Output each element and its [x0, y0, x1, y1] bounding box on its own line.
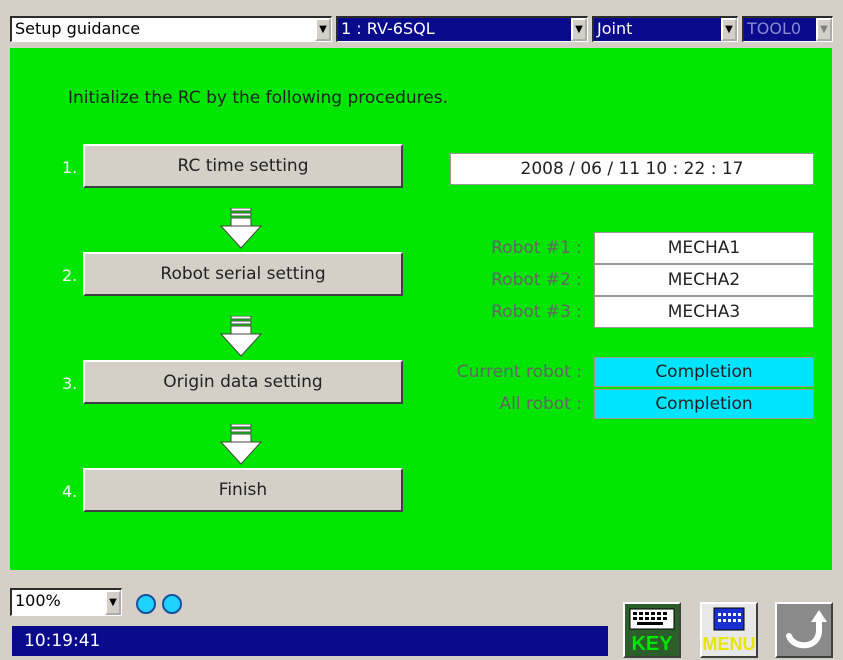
arrow-down-icon [219, 424, 263, 465]
menu-label: MENU [703, 634, 756, 654]
step-number: 3. [62, 374, 78, 393]
rc-time-setting-button[interactable]: RC time setting [83, 144, 403, 188]
key-button[interactable]: KEY [623, 602, 681, 658]
tool-select: TOOL0 ▼ [742, 16, 833, 42]
zoom-value: 100% [12, 590, 105, 615]
robot-value: MECHA1 [594, 232, 814, 264]
robot-label: Robot #2 : [491, 270, 582, 290]
robot-select-value: 1 : RV-6SQL [338, 18, 571, 41]
back-arrow-icon [786, 610, 827, 649]
finish-button[interactable]: Finish [83, 468, 403, 512]
keyboard-icon: KEY [629, 608, 675, 655]
current-robot-label: Current robot : [456, 362, 582, 382]
robot-label: Robot #3 : [491, 302, 582, 322]
chevron-down-icon[interactable]: ▼ [105, 590, 121, 615]
arrow-down-icon [219, 208, 263, 249]
robot-value: MECHA3 [594, 296, 814, 328]
back-button[interactable] [775, 602, 833, 658]
clock-display: 10:19:41 [12, 626, 120, 656]
menu-button[interactable]: MENU [700, 602, 758, 658]
key-label: KEY [631, 633, 673, 655]
instruction-text: Initialize the RC by the following proce… [68, 88, 448, 108]
coord-select[interactable]: Joint ▼ [592, 16, 738, 42]
robot-select[interactable]: 1 : RV-6SQL ▼ [336, 16, 588, 42]
origin-data-setting-button[interactable]: Origin data setting [83, 360, 403, 404]
bottom-bar: 100% ▼ 10:19:41 KEY MENU [0, 570, 843, 660]
chevron-down-icon[interactable]: ▼ [315, 18, 331, 41]
status-led [136, 594, 156, 614]
chevron-down-icon: ▼ [816, 18, 832, 41]
all-robot-status: Completion [594, 389, 814, 419]
mode-select[interactable]: Setup guidance ▼ [10, 16, 332, 42]
status-bar [120, 626, 608, 656]
coord-select-value: Joint [594, 18, 721, 41]
step-number: 4. [62, 482, 78, 501]
datetime-display: 2008 / 06 / 11 10 : 22 : 17 [450, 153, 814, 185]
mode-select-value: Setup guidance [15, 19, 141, 38]
zoom-select[interactable]: 100% ▼ [10, 588, 122, 616]
menu-icon: MENU [703, 607, 756, 654]
step-number: 2. [62, 266, 78, 285]
current-robot-status: Completion [594, 357, 814, 387]
setup-panel: Initialize the RC by the following proce… [10, 48, 832, 570]
chevron-down-icon[interactable]: ▼ [721, 18, 737, 41]
arrow-down-icon [219, 316, 263, 357]
all-robot-label: All robot : [499, 394, 583, 414]
robot-label: Robot #1 : [491, 238, 582, 258]
robot-value: MECHA2 [594, 264, 814, 296]
chevron-down-icon[interactable]: ▼ [571, 18, 587, 41]
robot-serial-setting-button[interactable]: Robot serial setting [83, 252, 403, 296]
status-led [162, 594, 182, 614]
step-number: 1. [62, 158, 78, 177]
tool-select-value: TOOL0 [744, 18, 816, 41]
